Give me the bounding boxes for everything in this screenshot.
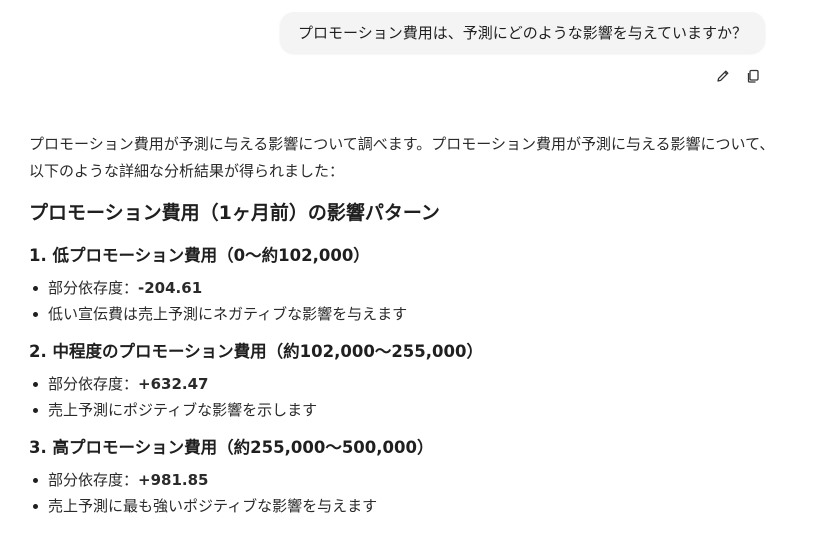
section-note: 売上予測にポジティブな影響を示します xyxy=(48,401,318,419)
user-message-text: プロモーション費用は、予測にどのような影響を与えていますか？ xyxy=(298,24,747,42)
section-note: 低い宣伝費は売上予測にネガティブな影響を与えます xyxy=(48,305,408,323)
section-list-mid: 部分依存度：+632.47 売上予測にポジティブな影響を示します xyxy=(29,371,779,423)
section-note: 売上予測に最も強いポジティブな影響を与えます xyxy=(48,497,378,515)
dependency-value: -204.61 xyxy=(138,279,203,297)
list-item: 部分依存度：+981.85 xyxy=(29,467,779,493)
response-intro: プロモーション費用が予測に与える影響について調べます。プロモーション費用が予測に… xyxy=(29,135,775,180)
copy-icon[interactable] xyxy=(745,68,761,84)
section-title-low: 1. 低プロモーション費用（0〜約102,000） xyxy=(29,246,370,265)
list-item: 部分依存度：-204.61 xyxy=(29,275,779,301)
dependency-value: +981.85 xyxy=(138,471,209,489)
dependency-label: 部分依存度： xyxy=(48,471,139,489)
section-list-high: 部分依存度：+981.85 売上予測に最も強いポジティブな影響を与えます xyxy=(29,467,779,519)
assistant-response: プロモーション費用が予測に与える影響について調べます。プロモーション費用が予測に… xyxy=(29,131,779,531)
list-item: 部分依存度：+632.47 xyxy=(29,371,779,397)
section-title-high: 3. 高プロモーション費用（約255,000〜500,000） xyxy=(29,438,434,457)
section-title-mid: 2. 中程度のプロモーション費用（約102,000〜255,000） xyxy=(29,342,483,361)
list-item: 低い宣伝費は売上予測にネガティブな影響を与えます xyxy=(29,301,779,327)
user-message-bubble: プロモーション費用は、予測にどのような影響を与えていますか？ xyxy=(280,12,765,53)
section-list-low: 部分依存度：-204.61 低い宣伝費は売上予測にネガティブな影響を与えます xyxy=(29,275,779,327)
dependency-label: 部分依存度： xyxy=(48,279,139,297)
list-item: 売上予測にポジティブな影響を示します xyxy=(29,397,779,423)
list-item: 売上予測に最も強いポジティブな影響を与えます xyxy=(29,493,779,519)
dependency-label: 部分依存度： xyxy=(48,375,139,393)
chat-page: プロモーション費用は、予測にどのような影響を与えていますか？ プロモーション費用… xyxy=(0,0,813,543)
message-actions xyxy=(715,68,761,84)
response-heading: プロモーション費用（1ヶ月前）の影響パターン xyxy=(29,202,440,224)
dependency-value: +632.47 xyxy=(138,375,209,393)
pencil-icon[interactable] xyxy=(715,68,731,84)
